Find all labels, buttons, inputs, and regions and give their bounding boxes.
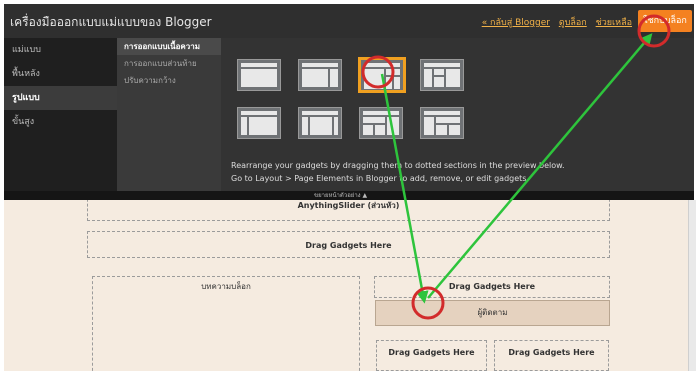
drop-zone-sidebar-left[interactable]: Drag Gadgets Here: [376, 340, 487, 371]
follower-gadget[interactable]: ผู้ติดตาม: [375, 300, 610, 326]
apply-to-blog-button[interactable]: ใช้กับบล็อก: [638, 10, 692, 32]
preview-divider[interactable]: ขยายหน้าตัวอย่าง ▲: [4, 191, 694, 200]
layout-options: Rearrange your gadgets by dragging them …: [221, 38, 694, 191]
layout-option-6[interactable]: [298, 107, 342, 139]
hint-line-2: Go to Layout > Page Elements in Blogger …: [231, 174, 530, 183]
layout-option-1[interactable]: [237, 59, 281, 91]
view-blog-link[interactable]: ดูบล็อก: [559, 18, 587, 28]
nav-item-advanced[interactable]: ขั้นสูง: [4, 110, 117, 134]
subnav-footer-layout[interactable]: การออกแบบส่วนท้าย: [117, 55, 221, 72]
layout-hint-text: Rearrange your gadgets by dragging them …: [231, 159, 671, 185]
drop-zone-top[interactable]: Drag Gadgets Here: [87, 231, 610, 258]
designer-header: เครื่องมือออกแบบแม่แบบของ Blogger « กลับ…: [4, 4, 694, 38]
nav-item-templates[interactable]: แม่แบบ: [4, 38, 117, 62]
header-links: « กลับสู่ Blogger ดูบล็อก ช่วยเหลือ: [476, 15, 632, 29]
window-title: เครื่องมือออกแบบแม่แบบของ Blogger: [10, 15, 212, 29]
subnav-body-layout[interactable]: การออกแบบเนื้อความ: [117, 38, 221, 55]
header-gadget-label: AnythingSlider (ส่วนหัว): [297, 201, 400, 210]
drop-zone-sidebar[interactable]: Drag Gadgets Here: [374, 276, 610, 298]
layout-option-7[interactable]: [359, 107, 403, 139]
layout-preview: AnythingSlider (ส่วนหัว) Drag Gadgets He…: [4, 200, 689, 371]
drop-zone-top-label: Drag Gadgets Here: [305, 241, 392, 250]
sidebar-nav: แม่แบบ พื้นหลัง รูปแบบ ขั้นสูง: [4, 38, 117, 191]
preview-scrollbar[interactable]: [688, 200, 696, 371]
help-link[interactable]: ช่วยเหลือ: [596, 18, 632, 28]
layout-option-8[interactable]: [420, 107, 464, 139]
designer-panel: เครื่องมือออกแบบแม่แบบของ Blogger « กลับ…: [4, 4, 694, 191]
drop-zone-sidebar-right-label: Drag Gadgets Here: [508, 348, 595, 357]
template-designer-screenshot: เครื่องมือออกแบบแม่แบบของ Blogger « กลับ…: [0, 0, 696, 371]
layout-subnav: การออกแบบเนื้อความ การออกแบบส่วนท้าย ปรั…: [117, 38, 221, 191]
drop-zone-sidebar-left-label: Drag Gadgets Here: [388, 348, 475, 357]
layout-option-3-selected[interactable]: [358, 57, 406, 93]
nav-item-background[interactable]: พื้นหลัง: [4, 62, 117, 86]
main-column-label: บทความบล็อก: [201, 282, 251, 291]
subnav-adjust-widths[interactable]: ปรับความกว้าง: [117, 72, 221, 89]
drop-zone-sidebar-right[interactable]: Drag Gadgets Here: [494, 340, 609, 371]
back-to-blogger-link[interactable]: « กลับสู่ Blogger: [482, 18, 550, 28]
layout-option-5[interactable]: [237, 107, 281, 139]
layout-option-2[interactable]: [298, 59, 342, 91]
main-column: บทความบล็อก: [92, 276, 360, 371]
expand-preview-label[interactable]: ขยายหน้าตัวอย่าง ▲: [314, 191, 367, 200]
drop-zone-sidebar-label: Drag Gadgets Here: [448, 282, 536, 291]
hint-line-1: Rearrange your gadgets by dragging them …: [231, 161, 565, 170]
layout-option-4[interactable]: [420, 59, 464, 91]
header-gadget-area[interactable]: AnythingSlider (ส่วนหัว): [87, 200, 610, 221]
follower-gadget-label: ผู้ติดตาม: [477, 308, 508, 317]
nav-item-layout[interactable]: รูปแบบ: [4, 86, 117, 110]
